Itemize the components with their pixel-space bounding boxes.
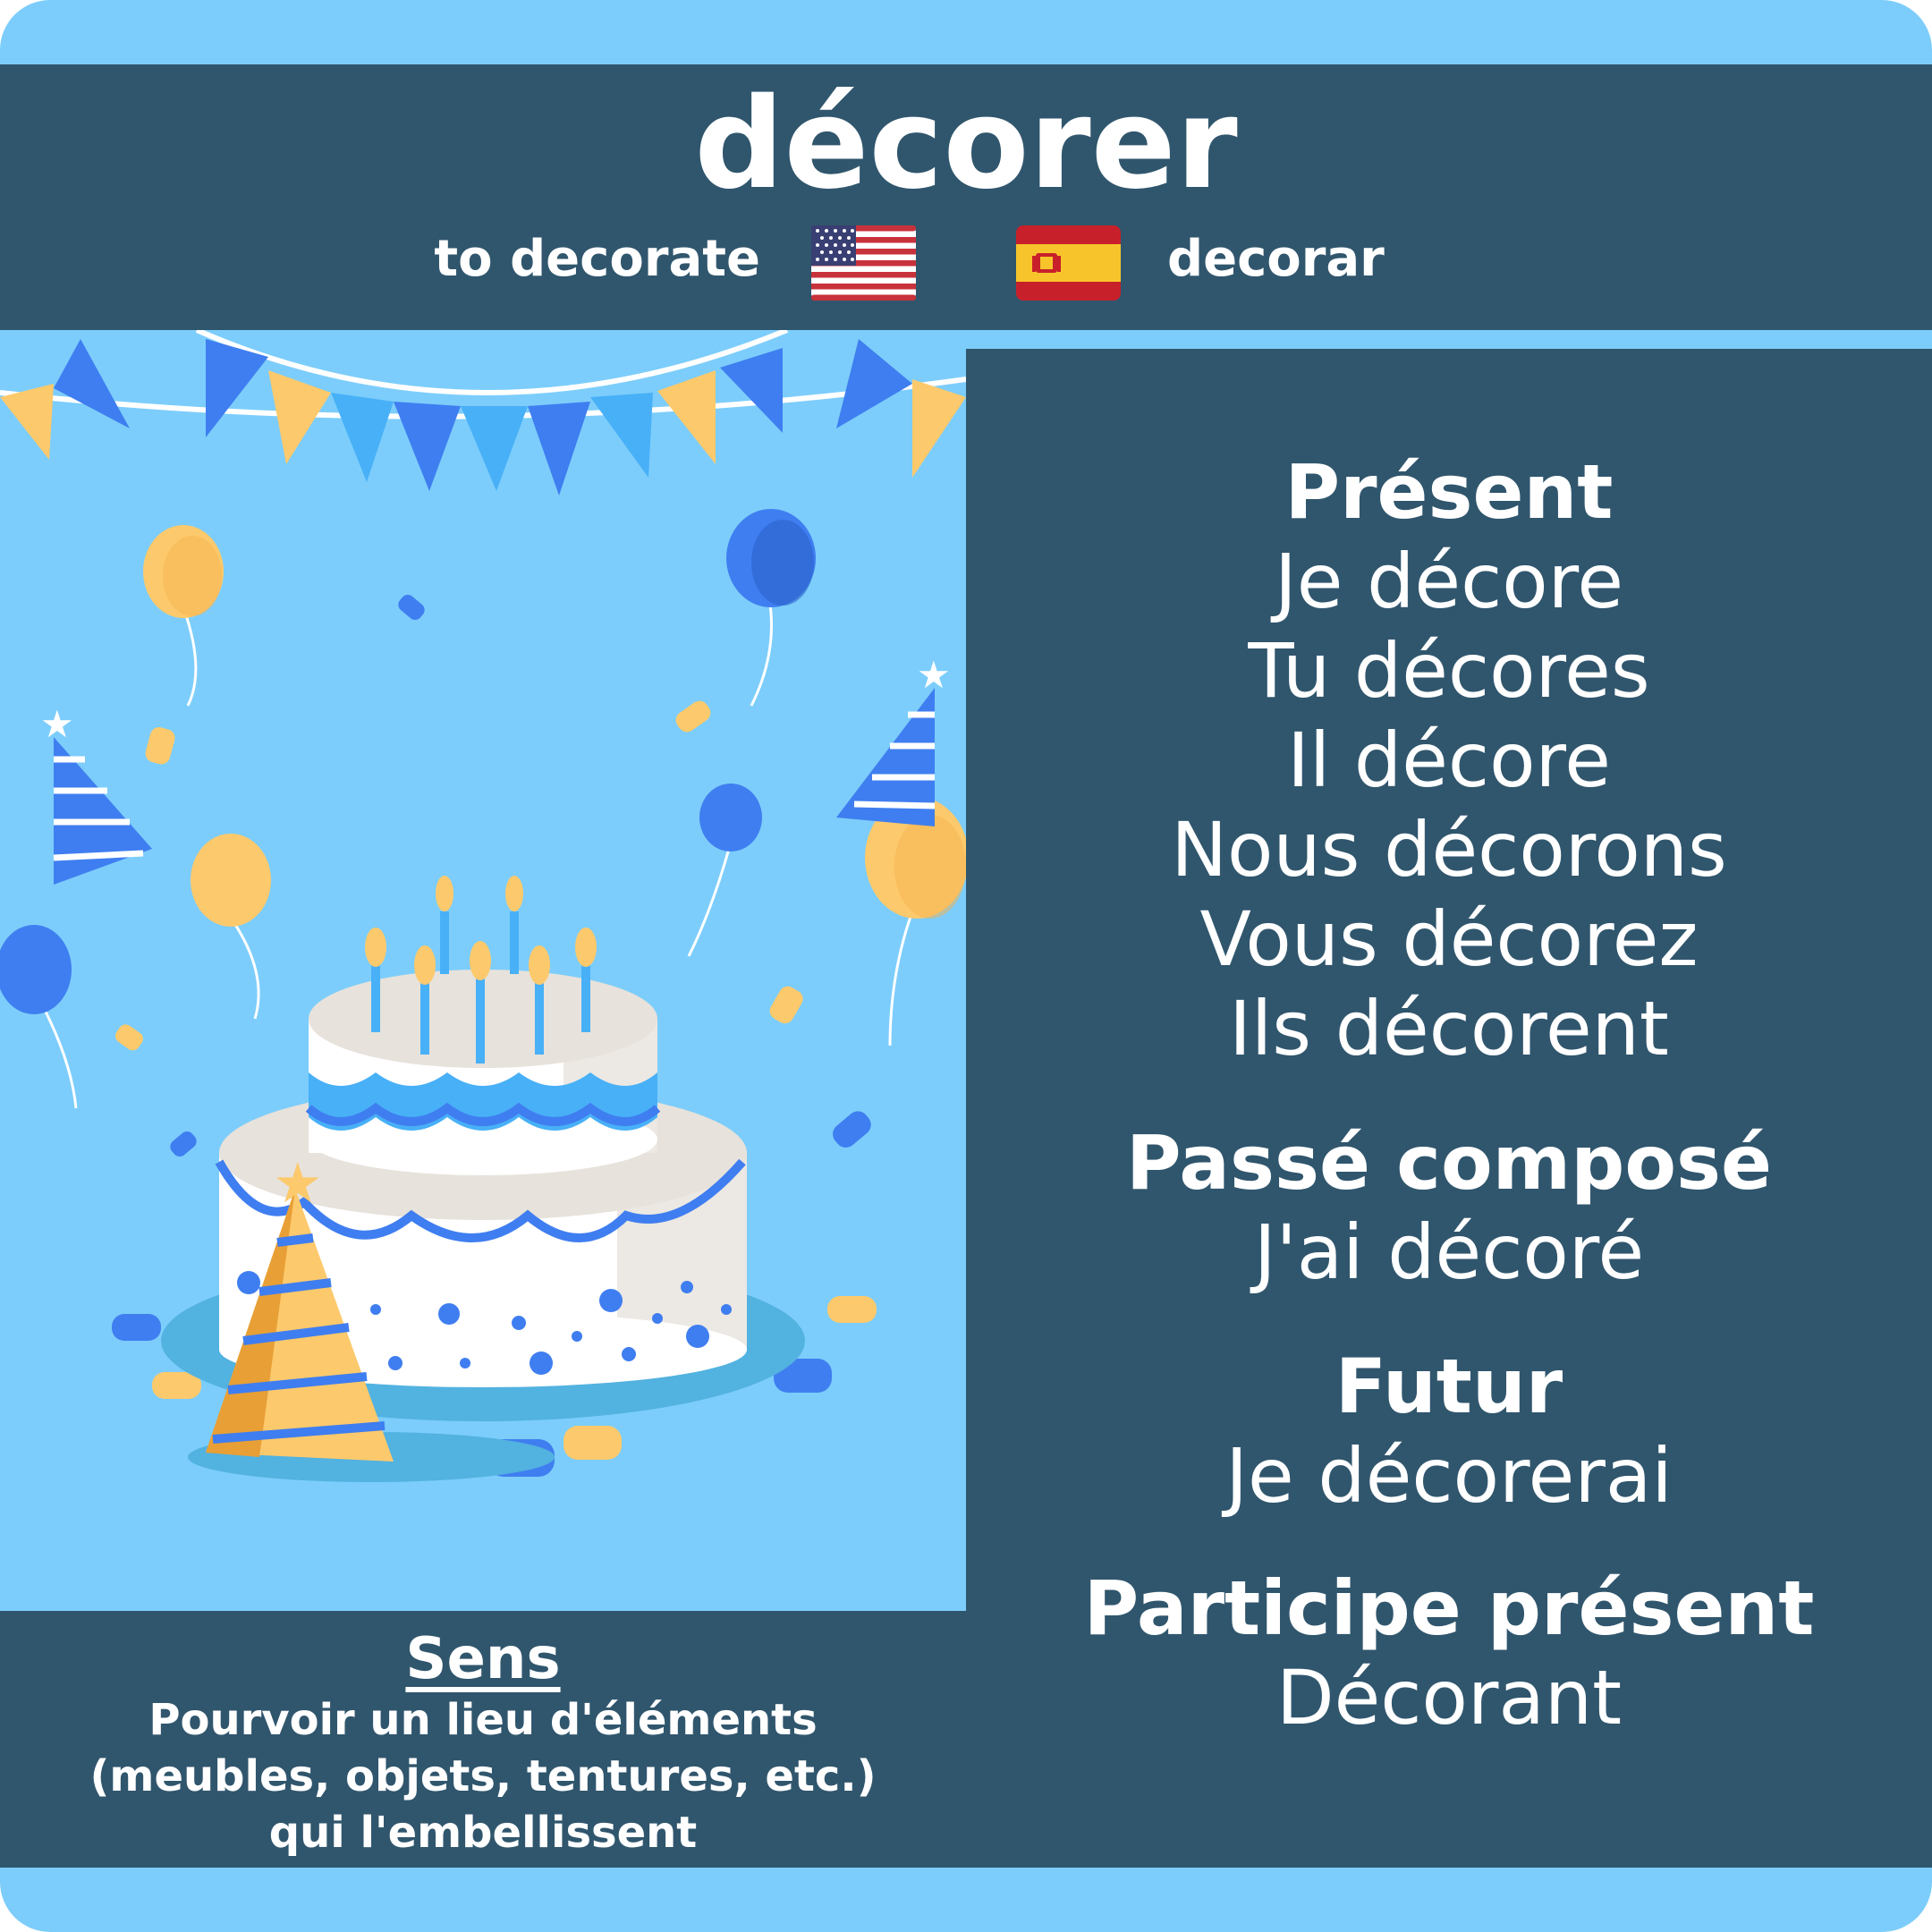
us-flag-icon	[811, 225, 916, 301]
candy-icon	[114, 1024, 143, 1051]
balloon-icon	[687, 784, 762, 957]
balloon-icon	[865, 797, 966, 1046]
spain-flag-icon	[1016, 225, 1121, 301]
party-hat-icon: ★	[836, 653, 951, 826]
candy-icon	[675, 700, 711, 733]
meaning-heading: Sens	[405, 1626, 561, 1692]
present-form-ils: Ils décorent	[1229, 985, 1669, 1072]
present-form-nous: Nous décorons	[1171, 806, 1727, 894]
vocabulary-card: décorer to decorate decorar ★ ★ ★ Présen…	[0, 0, 1932, 1932]
participe-present-heading: Participe présent	[1083, 1564, 1815, 1652]
candy-icon	[769, 986, 803, 1024]
english-translation: to decorate	[434, 230, 760, 288]
participe-present-form: Décorant	[1275, 1654, 1623, 1741]
present-form-tu: Tu décores	[1248, 627, 1650, 715]
candy-icon	[398, 594, 425, 621]
candy-icon	[145, 727, 175, 765]
svg-text:★: ★	[917, 653, 951, 697]
candy-icon	[112, 1314, 161, 1341]
birthday-cake-icon: ★	[161, 876, 805, 1482]
present-form-vous: Vous décorez	[1199, 895, 1699, 983]
passe-compose-heading: Passé composé	[1125, 1119, 1773, 1207]
svg-text:★: ★	[273, 1150, 323, 1216]
meaning-text: Pourvoir un lieu d'éléments (meubles, ob…	[89, 1695, 877, 1858]
present-form-il: Il décore	[1287, 716, 1611, 804]
present-form-je: Je décore	[1274, 538, 1624, 625]
futur-heading: Futur	[1335, 1343, 1563, 1430]
balloon-icon	[143, 525, 224, 707]
verb-title: décorer	[694, 72, 1238, 217]
birthday-cake-illustration: ★ ★ ★	[0, 330, 966, 1611]
balloon-icon	[191, 834, 271, 1020]
present-heading: Présent	[1284, 448, 1614, 536]
spanish-translation: decorar	[1167, 230, 1385, 288]
balloon-icon	[726, 509, 816, 707]
passe-compose-form: J'ai décoré	[1253, 1208, 1645, 1296]
futur-form: Je décorerai	[1225, 1432, 1673, 1520]
candy-icon	[170, 1131, 197, 1157]
candy-icon	[833, 1111, 871, 1148]
candy-icon	[827, 1296, 877, 1323]
bunting-flags-icon	[0, 339, 966, 496]
svg-text:★: ★	[40, 702, 74, 746]
candy-icon	[564, 1426, 622, 1460]
party-hat-icon: ★	[40, 702, 152, 885]
balloon-icon	[0, 925, 78, 1109]
